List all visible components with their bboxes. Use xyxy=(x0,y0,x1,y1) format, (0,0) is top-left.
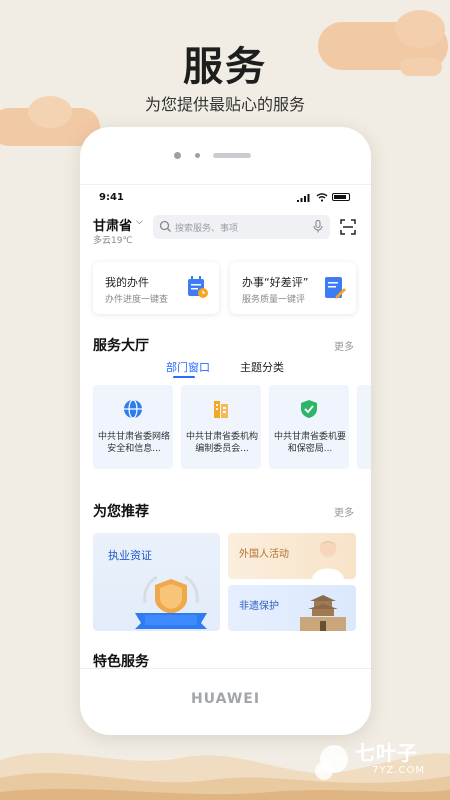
sensor-icon xyxy=(195,153,200,158)
department-name: 中共甘肃省委网络安全和信息... xyxy=(98,432,171,454)
badge-icon xyxy=(135,575,207,629)
search-icon xyxy=(159,220,171,232)
department-name: 中共甘肃省委机要和保密局... xyxy=(274,432,347,454)
service-hall-title: 服务大厅 xyxy=(93,338,149,354)
phone-frame: 9:41 甘肃省 ⌵ 多云19℃ 搜索服务、事项 我的办件 办件进度一键查 办事… xyxy=(80,127,371,735)
globe-icon xyxy=(124,399,142,419)
status-bar: 9:41 xyxy=(80,185,371,211)
chevron-down-icon[interactable]: ⌵ xyxy=(136,217,143,227)
department-item[interactable]: 中共甘肃省委机要和保密局... xyxy=(269,385,349,469)
service-hall-more-link[interactable]: 更多 xyxy=(334,338,354,353)
recommend-card-license[interactable]: 执业资证 xyxy=(93,533,220,631)
recommend-card-label: 执业资证 xyxy=(108,549,152,562)
app-screen: 9:41 甘肃省 ⌵ 多云19℃ 搜索服务、事项 我的办件 办件进度一键查 办事… xyxy=(80,184,371,669)
wifi-icon xyxy=(316,193,328,202)
featured-title: 特色服务 xyxy=(93,654,149,669)
card-subtitle: 服务质量一键评 xyxy=(242,295,306,305)
card-title: 办事“好差评” xyxy=(242,276,309,289)
recommend-card-label: 非遗保护 xyxy=(239,601,279,612)
watermark-text: 七叶子 xyxy=(355,741,418,765)
top-bar: 甘肃省 ⌵ 多云19℃ 搜索服务、事项 xyxy=(80,211,371,251)
person-image xyxy=(312,541,344,579)
speaker-grille xyxy=(213,153,251,158)
battery-icon xyxy=(332,193,350,201)
card-title: 我的办件 xyxy=(105,276,149,289)
card-subtitle: 办件进度一键查 xyxy=(105,295,169,305)
main-content: 我的办件 办件进度一键查 办事“好差评” 服务质量一键评 服务大厅 更多 部门窗… xyxy=(80,251,371,669)
recommend-more-link[interactable]: 更多 xyxy=(334,504,354,519)
microphone-icon[interactable] xyxy=(313,220,323,233)
tab-topic-category[interactable]: 主题分类 xyxy=(240,359,284,375)
signal-icon xyxy=(297,194,310,202)
shield-check-icon xyxy=(301,400,317,418)
page-title: 服务 xyxy=(183,44,267,90)
status-time: 9:41 xyxy=(99,192,124,203)
watermark-subtext: 7YZ.COM xyxy=(372,765,425,776)
tab-department-window[interactable]: 部门窗口 xyxy=(166,359,210,375)
location-selector[interactable]: 甘肃省 xyxy=(93,215,132,234)
page-subtitle: 为您提供最贴心的服务 xyxy=(144,95,305,114)
device-brand: HUAWEI xyxy=(190,691,261,707)
recommend-card-heritage[interactable]: 非遗保护 xyxy=(228,585,356,631)
active-tab-indicator xyxy=(173,376,195,378)
department-name: 中共甘肃省委机构编制委员会... xyxy=(186,432,259,454)
my-applications-card[interactable]: 我的办件 办件进度一键查 xyxy=(93,262,219,314)
recommend-card-foreigners[interactable]: 外国人活动 xyxy=(228,533,356,579)
search-input[interactable]: 搜索服务、事项 xyxy=(153,215,330,239)
department-item[interactable]: 中共甘肃省委机构编制委员会... xyxy=(181,385,261,469)
building-icon xyxy=(214,401,228,418)
camera-icon xyxy=(174,152,181,159)
department-item[interactable]: 中共甘肃省委网络安全和信息... xyxy=(93,385,173,469)
calendar-clock-icon xyxy=(188,276,208,298)
scan-icon[interactable] xyxy=(340,219,356,235)
edit-document-icon xyxy=(325,277,346,299)
tower-image xyxy=(300,595,346,631)
search-placeholder: 搜索服务、事项 xyxy=(175,224,239,234)
recommend-card-label: 外国人活动 xyxy=(239,549,289,560)
recommend-title: 为您推荐 xyxy=(93,504,149,520)
department-item-partial[interactable] xyxy=(357,385,371,469)
weather-text: 多云19℃ xyxy=(93,236,133,246)
service-rating-card[interactable]: 办事“好差评” 服务质量一键评 xyxy=(230,262,356,314)
